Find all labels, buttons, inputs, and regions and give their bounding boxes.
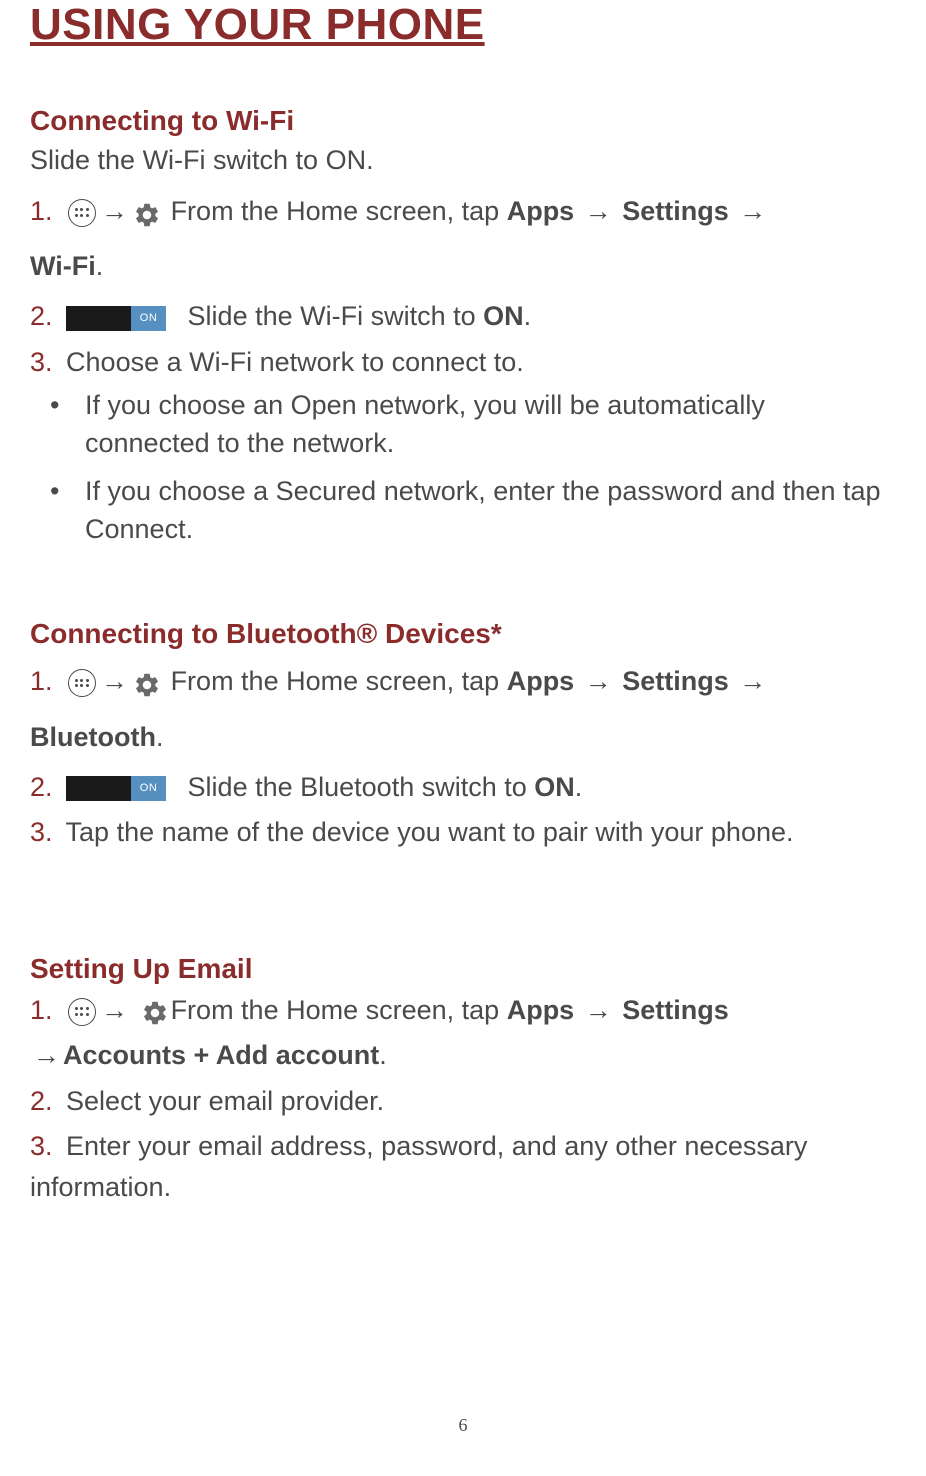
bluetooth-continuation: Bluetooth. (30, 716, 896, 759)
step-number: 3. (30, 1131, 53, 1161)
wifi-bold: Wi-Fi (30, 251, 96, 281)
bluetooth-bold: Bluetooth (30, 722, 156, 752)
period: . (524, 301, 532, 331)
wifi-continuation: Wi-Fi. (30, 245, 896, 288)
email-section: Setting Up Email 1. → From the Home scre… (30, 953, 896, 1208)
email-step-3: 3. Enter your email address, password, a… (30, 1126, 896, 1207)
apps-icon (68, 998, 96, 1026)
step-text: Choose a Wi-Fi network to connect to. (59, 347, 524, 377)
accounts-label: Accounts + Add account (63, 1040, 379, 1070)
step-number: 1. (30, 196, 53, 226)
on-switch-handle: ON (131, 776, 166, 801)
bluetooth-section: Connecting to Bluetooth® Devices* 1. → F… (30, 618, 896, 852)
arrow-icon: → (585, 196, 612, 226)
settings-label: Settings (615, 666, 737, 696)
arrow-icon: → (585, 995, 612, 1025)
apps-icon (68, 199, 96, 227)
step-number: 2. (30, 1086, 53, 1116)
email-continuation: →Accounts + Add account. (30, 1035, 896, 1076)
step-number: 2. (30, 301, 53, 331)
arrow-icon: → (101, 196, 128, 226)
step-number: 1. (30, 666, 53, 696)
apps-label: Apps (507, 995, 575, 1025)
apps-label: Apps (507, 196, 575, 226)
bluetooth-step-1: 1. → From the Home screen, tap Apps → Se… (30, 660, 896, 703)
page-title: USING YOUR PHONE (30, 0, 896, 50)
gear-icon (141, 998, 169, 1026)
wifi-intro: Slide the Wi-Fi switch to ON. (30, 142, 896, 180)
bullet-item: If you choose a Secured network, enter t… (30, 473, 896, 549)
email-heading: Setting Up Email (30, 953, 896, 985)
email-step-2: 2. Select your email provider. (30, 1081, 896, 1122)
on-switch-icon: ON (66, 776, 166, 801)
wifi-bullets: If you choose an Open network, you will … (30, 387, 896, 548)
arrow-icon: → (33, 1040, 60, 1070)
arrow-icon: → (101, 995, 128, 1025)
step-text: Select your email provider. (59, 1086, 385, 1116)
bluetooth-heading: Connecting to Bluetooth® Devices* (30, 618, 896, 650)
step-text: Slide the Wi-Fi switch to (180, 301, 483, 331)
wifi-step-1: 1. → From the Home screen, tap Apps → Se… (30, 190, 896, 233)
step-text: Tap the name of the device you want to p… (59, 817, 794, 847)
gear-icon (133, 669, 161, 697)
step-number: 3. (30, 817, 53, 847)
step-text: From the Home screen, tap (171, 666, 507, 696)
period: . (379, 1040, 387, 1070)
on-switch-handle: ON (131, 306, 166, 331)
step-number: 1. (30, 995, 53, 1025)
step-text: From the Home screen, tap (171, 995, 507, 1025)
period: . (156, 722, 164, 752)
bluetooth-step-2: 2. ON Slide the Bluetooth switch to ON. (30, 767, 896, 808)
step-number: 3. (30, 347, 53, 377)
on-label: ON (534, 772, 575, 802)
apps-label: Apps (507, 666, 575, 696)
arrow-icon: → (739, 666, 766, 696)
step-text: Slide the Bluetooth switch to (180, 772, 534, 802)
wifi-heading: Connecting to Wi-Fi (30, 105, 896, 137)
wifi-section: Connecting to Wi-Fi Slide the Wi-Fi swit… (30, 105, 896, 548)
arrow-icon: → (101, 666, 128, 696)
on-switch-icon: ON (66, 306, 166, 331)
wifi-step-2: 2. ON Slide the Wi-Fi switch to ON. (30, 296, 896, 337)
apps-icon (68, 669, 96, 697)
page-number: 6 (459, 1415, 468, 1436)
wifi-step-3: 3. Choose a Wi-Fi network to connect to. (30, 342, 896, 383)
step-number: 2. (30, 772, 53, 802)
step-text: Enter your email address, password, and … (30, 1131, 807, 1202)
period: . (575, 772, 583, 802)
arrow-icon: → (585, 666, 612, 696)
gear-icon (133, 199, 161, 227)
email-step-1: 1. → From the Home screen, tap Apps → Se… (30, 990, 896, 1031)
step-text: From the Home screen, tap (171, 196, 507, 226)
arrow-icon: → (739, 196, 766, 226)
period: . (96, 251, 104, 281)
settings-label: Settings (615, 995, 729, 1025)
settings-label: Settings (615, 196, 737, 226)
bullet-item: If you choose an Open network, you will … (30, 387, 896, 463)
on-label: ON (483, 301, 524, 331)
bluetooth-step-3: 3. Tap the name of the device you want t… (30, 812, 896, 853)
